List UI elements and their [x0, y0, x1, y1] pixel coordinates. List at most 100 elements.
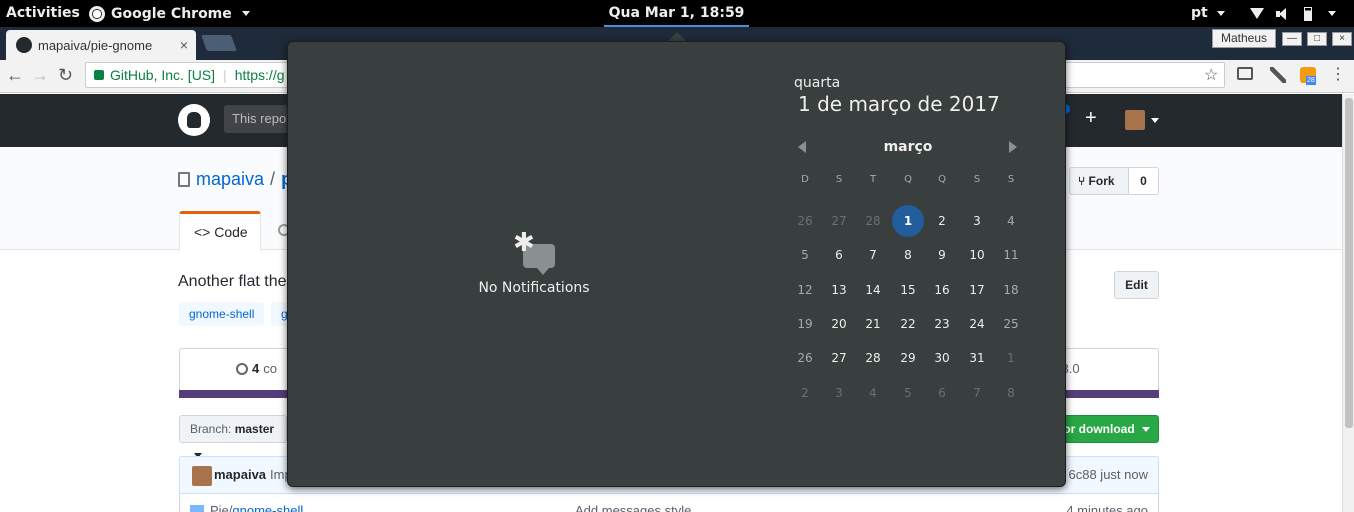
calendar-day[interactable]: 14	[856, 273, 890, 307]
profile-button[interactable]: Matheus	[1212, 29, 1277, 48]
github-logo-icon[interactable]	[178, 104, 210, 136]
tab-close-button[interactable]: ×	[180, 37, 188, 53]
chevron-down-icon	[1151, 118, 1159, 123]
calendar-day[interactable]: 22	[891, 307, 925, 341]
fork-button[interactable]: ⑂ Fork	[1069, 167, 1129, 195]
forward-button[interactable]: →	[31, 65, 49, 85]
chevron-down-icon	[1328, 11, 1336, 16]
edit-description-button[interactable]: Edit	[1114, 271, 1159, 299]
commit-author-link[interactable]: mapaiva	[214, 467, 266, 482]
next-month-button[interactable]	[1009, 141, 1017, 153]
back-button[interactable]: ←	[6, 65, 24, 85]
calendar-day[interactable]: 9	[925, 238, 959, 272]
cast-icon[interactable]	[1237, 67, 1253, 80]
calendar-day[interactable]: 15	[891, 273, 925, 307]
repo-icon	[178, 172, 190, 187]
calendar-day[interactable]: 7	[856, 238, 890, 272]
create-new-button[interactable]: +	[1085, 107, 1097, 129]
calendar-day[interactable]: 1	[994, 341, 1028, 375]
eyedropper-icon[interactable]	[1270, 67, 1286, 83]
file-path[interactable]: Pie/gnome-shell	[210, 503, 303, 512]
calendar-day[interactable]: 3	[822, 376, 856, 410]
rss-icon[interactable]: 28	[1300, 67, 1316, 85]
calendar-day[interactable]: 23	[925, 307, 959, 341]
clone-download-button[interactable]: or download	[1050, 415, 1159, 443]
calendar-day[interactable]: 24	[960, 307, 994, 341]
avatar[interactable]	[1125, 110, 1145, 130]
calendar-day[interactable]: 28	[856, 341, 890, 375]
repo-title: mapaiva / p	[178, 169, 292, 190]
calendar-day[interactable]: 31	[960, 341, 994, 375]
calendar-day[interactable]: 18	[994, 273, 1028, 307]
tab-code[interactable]: <> Code	[179, 211, 261, 251]
calendar-day[interactable]: 7	[960, 376, 994, 410]
calendar-day[interactable]: 27	[822, 341, 856, 375]
scrollbar-thumb[interactable]	[1345, 98, 1353, 428]
reload-button[interactable]: ↻	[58, 65, 73, 85]
keyboard-layout-button[interactable]: pt	[1191, 0, 1225, 27]
file-path-link[interactable]: gnome-shell	[232, 503, 303, 512]
calendar-day[interactable]: 12	[788, 273, 822, 307]
app-menu-button[interactable]: Google Chrome	[89, 0, 250, 27]
chrome-icon	[89, 5, 105, 22]
bookmark-star-icon[interactable]: ☆	[1204, 65, 1218, 85]
calendar-day-header: S	[835, 174, 843, 185]
file-commit-message[interactable]: Add messages style	[575, 503, 691, 512]
branch-label: Branch:	[190, 422, 232, 436]
calendar-day[interactable]: 3	[960, 204, 994, 238]
calendar-day[interactable]: 17	[960, 273, 994, 307]
commit-sha-time[interactable]: 6c88 just now	[1069, 467, 1149, 482]
fork-count[interactable]: 0	[1128, 167, 1159, 195]
avatar[interactable]	[192, 466, 212, 486]
menu-icon[interactable]: ⋮	[1330, 67, 1346, 83]
calendar-day[interactable]: 8	[891, 238, 925, 272]
activities-button[interactable]: Activities	[6, 0, 80, 27]
page-scrollbar[interactable]	[1342, 94, 1354, 512]
calendar-day[interactable]: 29	[891, 341, 925, 375]
calendar-day[interactable]: 4	[856, 376, 890, 410]
calendar-day[interactable]: 27	[822, 204, 856, 238]
calendar-day[interactable]: 16	[925, 273, 959, 307]
asterisk-icon: ✱	[513, 228, 535, 258]
minimize-button[interactable]: —	[1282, 32, 1302, 46]
calendar-day[interactable]: 10	[960, 238, 994, 272]
previous-month-button[interactable]	[798, 141, 806, 153]
close-window-button[interactable]: ×	[1332, 32, 1352, 46]
full-date-label[interactable]: 1 de março de 2017	[798, 92, 1000, 116]
calendar-day[interactable]: 19	[788, 307, 822, 341]
folder-icon	[190, 505, 204, 512]
browser-tab-active[interactable]: mapaiva/pie-gnome ×	[6, 30, 196, 60]
commits-link[interactable]: 4 co	[236, 361, 277, 376]
calendar-day[interactable]: 13	[822, 273, 856, 307]
system-menu-button[interactable]	[1250, 0, 1336, 27]
calendar-day[interactable]: 6	[822, 238, 856, 272]
branch-select-button[interactable]: Branch: master	[179, 415, 287, 459]
calendar-day[interactable]: 6	[925, 376, 959, 410]
calendar-day[interactable]: 8	[994, 376, 1028, 410]
weekday-label[interactable]: quarta	[794, 75, 840, 91]
calendar-day[interactable]: 26	[788, 204, 822, 238]
calendar-day[interactable]: 4	[994, 204, 1028, 238]
new-tab-button[interactable]	[201, 35, 237, 51]
maximize-button[interactable]: □	[1307, 32, 1327, 46]
calendar-day-today[interactable]: 1	[892, 205, 924, 237]
calendar-day[interactable]: 25	[994, 307, 1028, 341]
history-icon	[236, 362, 248, 375]
clone-download-label: or download	[1063, 422, 1135, 436]
calendar-day[interactable]: 5	[891, 376, 925, 410]
repo-owner-link[interactable]: mapaiva	[196, 169, 264, 190]
calendar-day[interactable]: 2	[788, 376, 822, 410]
calendar-day[interactable]: 21	[856, 307, 890, 341]
calendar-day[interactable]: 28	[856, 204, 890, 238]
calendar-day[interactable]: 30	[925, 341, 959, 375]
clock-button[interactable]: Qua Mar 1, 18:59	[604, 0, 749, 27]
calendar-day[interactable]: 20	[822, 307, 856, 341]
fork-icon: ⑂	[1078, 174, 1086, 188]
topic-tag[interactable]: g	[271, 302, 288, 326]
topic-tag[interactable]: gnome-shell	[179, 302, 265, 326]
calendar-day[interactable]: 26	[788, 341, 822, 375]
calendar-day[interactable]: 2	[925, 204, 959, 238]
search-input[interactable]: This repos	[224, 105, 288, 133]
calendar-day[interactable]: 11	[994, 238, 1028, 272]
calendar-day[interactable]: 5	[788, 238, 822, 272]
